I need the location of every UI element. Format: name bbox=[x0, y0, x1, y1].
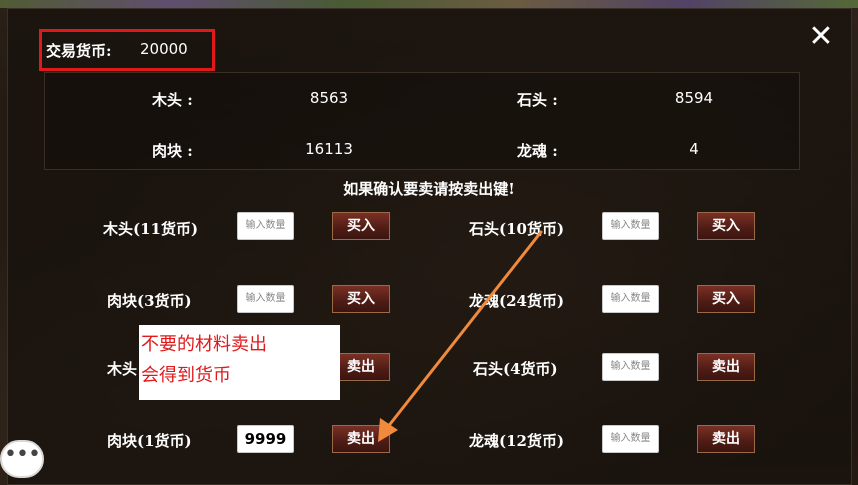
background-top-strip bbox=[0, 0, 858, 8]
stat-meat-label: 肉块 : bbox=[152, 142, 193, 160]
sell-meat-button[interactable]: 卖出 bbox=[332, 425, 390, 453]
annotation-line-1: 不要的材料卖出 bbox=[141, 334, 267, 355]
buy-stone-button[interactable]: 买入 bbox=[697, 212, 755, 240]
buy-stone-label: 石头(10货币) bbox=[469, 220, 565, 238]
stat-meat-value: 16113 bbox=[305, 140, 353, 158]
stat-stone-label: 石头 : bbox=[517, 91, 558, 109]
stat-wood-label: 木头 : bbox=[152, 91, 193, 109]
buy-dragon-button[interactable]: 买入 bbox=[697, 285, 755, 313]
buy-wood-button[interactable]: 买入 bbox=[332, 212, 390, 240]
sell-stone-label: 石头(4货币) bbox=[473, 360, 558, 378]
sell-meat-qty-input[interactable]: 9999 bbox=[237, 425, 294, 453]
stat-dragon-label: 龙魂 : bbox=[517, 142, 558, 160]
stat-stone-value: 8594 bbox=[674, 89, 714, 107]
sell-dragon-qty-input[interactable]: 输入数量 bbox=[602, 425, 659, 453]
sell-dragon-button[interactable]: 卖出 bbox=[697, 425, 755, 453]
buy-dragon-qty-input[interactable]: 输入数量 bbox=[602, 285, 659, 313]
annotation-line-2: 会得到货币 bbox=[141, 365, 231, 386]
sell-wood-label: 木头 bbox=[107, 360, 138, 378]
buy-meat-button[interactable]: 买入 bbox=[332, 285, 390, 313]
annotation-note: 不要的材料卖出 会得到货币 bbox=[139, 325, 340, 400]
currency-label: 交易货币: bbox=[46, 42, 112, 60]
buy-wood-qty-input[interactable]: 输入数量 bbox=[237, 212, 294, 240]
close-icon[interactable]: ✕ bbox=[806, 22, 836, 52]
sell-meat-label: 肉块(1货币) bbox=[107, 432, 192, 450]
sell-stone-qty-input[interactable]: 输入数量 bbox=[602, 353, 659, 381]
sell-wood-button[interactable]: 卖出 bbox=[332, 353, 390, 381]
confirm-instruction: 如果确认要卖请按卖出键! bbox=[343, 180, 515, 198]
buy-stone-qty-input[interactable]: 输入数量 bbox=[602, 212, 659, 240]
stat-wood-value: 8563 bbox=[309, 89, 349, 107]
chat-bubble-icon[interactable]: ••• bbox=[0, 440, 44, 478]
buy-dragon-label: 龙魂(24货币) bbox=[469, 292, 565, 310]
stat-dragon-value: 4 bbox=[689, 140, 699, 158]
currency-value: 20000 bbox=[140, 40, 188, 58]
buy-wood-label: 木头(11货币) bbox=[103, 220, 199, 238]
buy-meat-qty-input[interactable]: 输入数量 bbox=[237, 285, 294, 313]
sell-stone-button[interactable]: 卖出 bbox=[697, 353, 755, 381]
buy-meat-label: 肉块(3货币) bbox=[107, 292, 192, 310]
sell-dragon-label: 龙魂(12货币) bbox=[469, 432, 565, 450]
